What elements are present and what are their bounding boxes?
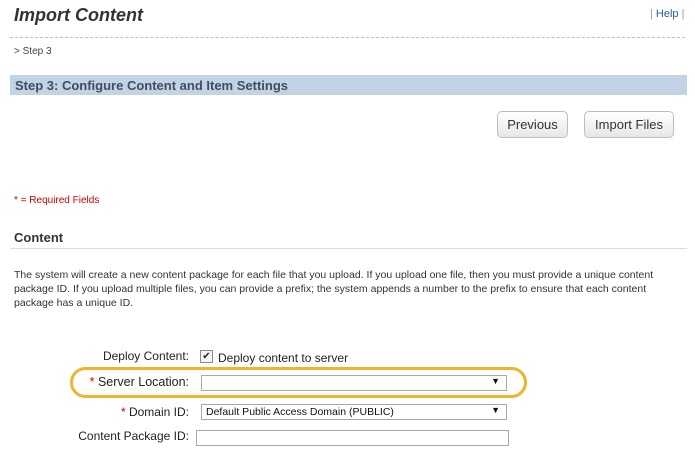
deploy-content-label: Deploy Content:: [102, 349, 189, 363]
section-divider: [10, 248, 687, 249]
required-fields-note: * = Required Fields: [14, 195, 100, 206]
server-location-label-wrap: * Server Location:: [70, 375, 189, 389]
domain-id-label: Domain ID:: [128, 405, 189, 419]
step-bar: Step 3: Configure Content and Item Setti…: [10, 75, 687, 95]
domain-id-value: Default Public Access Domain (PUBLIC): [206, 406, 394, 418]
page-title: Import Content: [14, 5, 143, 25]
chevron-down-icon: ▼: [491, 405, 500, 415]
content-package-id-input[interactable]: [196, 430, 509, 446]
required-mark: *: [89, 375, 95, 389]
previous-button[interactable]: Previous: [497, 111, 568, 138]
domain-id-label-wrap: * Domain ID:: [70, 405, 189, 419]
server-location-select[interactable]: ▼: [201, 375, 507, 391]
domain-id-select[interactable]: Default Public Access Domain (PUBLIC) ▼: [201, 404, 507, 420]
checkmark-icon: ✔: [202, 351, 211, 362]
content-section-heading: Content: [14, 230, 64, 245]
content-description: The system will create a new content pac…: [14, 269, 654, 309]
breadcrumb: > Step 3: [14, 46, 52, 57]
import-files-button[interactable]: Import Files: [584, 111, 674, 138]
help-link[interactable]: Help: [656, 8, 679, 20]
deploy-content-checkbox[interactable]: ✔: [200, 350, 213, 363]
help-area: | Help |: [650, 8, 684, 20]
help-separator-right: |: [681, 8, 685, 20]
chevron-down-icon: ▼: [491, 376, 500, 386]
server-location-label: Server Location:: [97, 375, 189, 389]
header-divider: [10, 37, 685, 38]
help-separator-left: |: [650, 8, 653, 20]
step-title: Step 3: Configure Content and Item Setti…: [15, 78, 289, 93]
required-mark: *: [120, 405, 126, 419]
deploy-content-checkbox-label: Deploy content to server: [218, 351, 349, 365]
content-package-id-label: Content Package ID:: [78, 429, 189, 443]
